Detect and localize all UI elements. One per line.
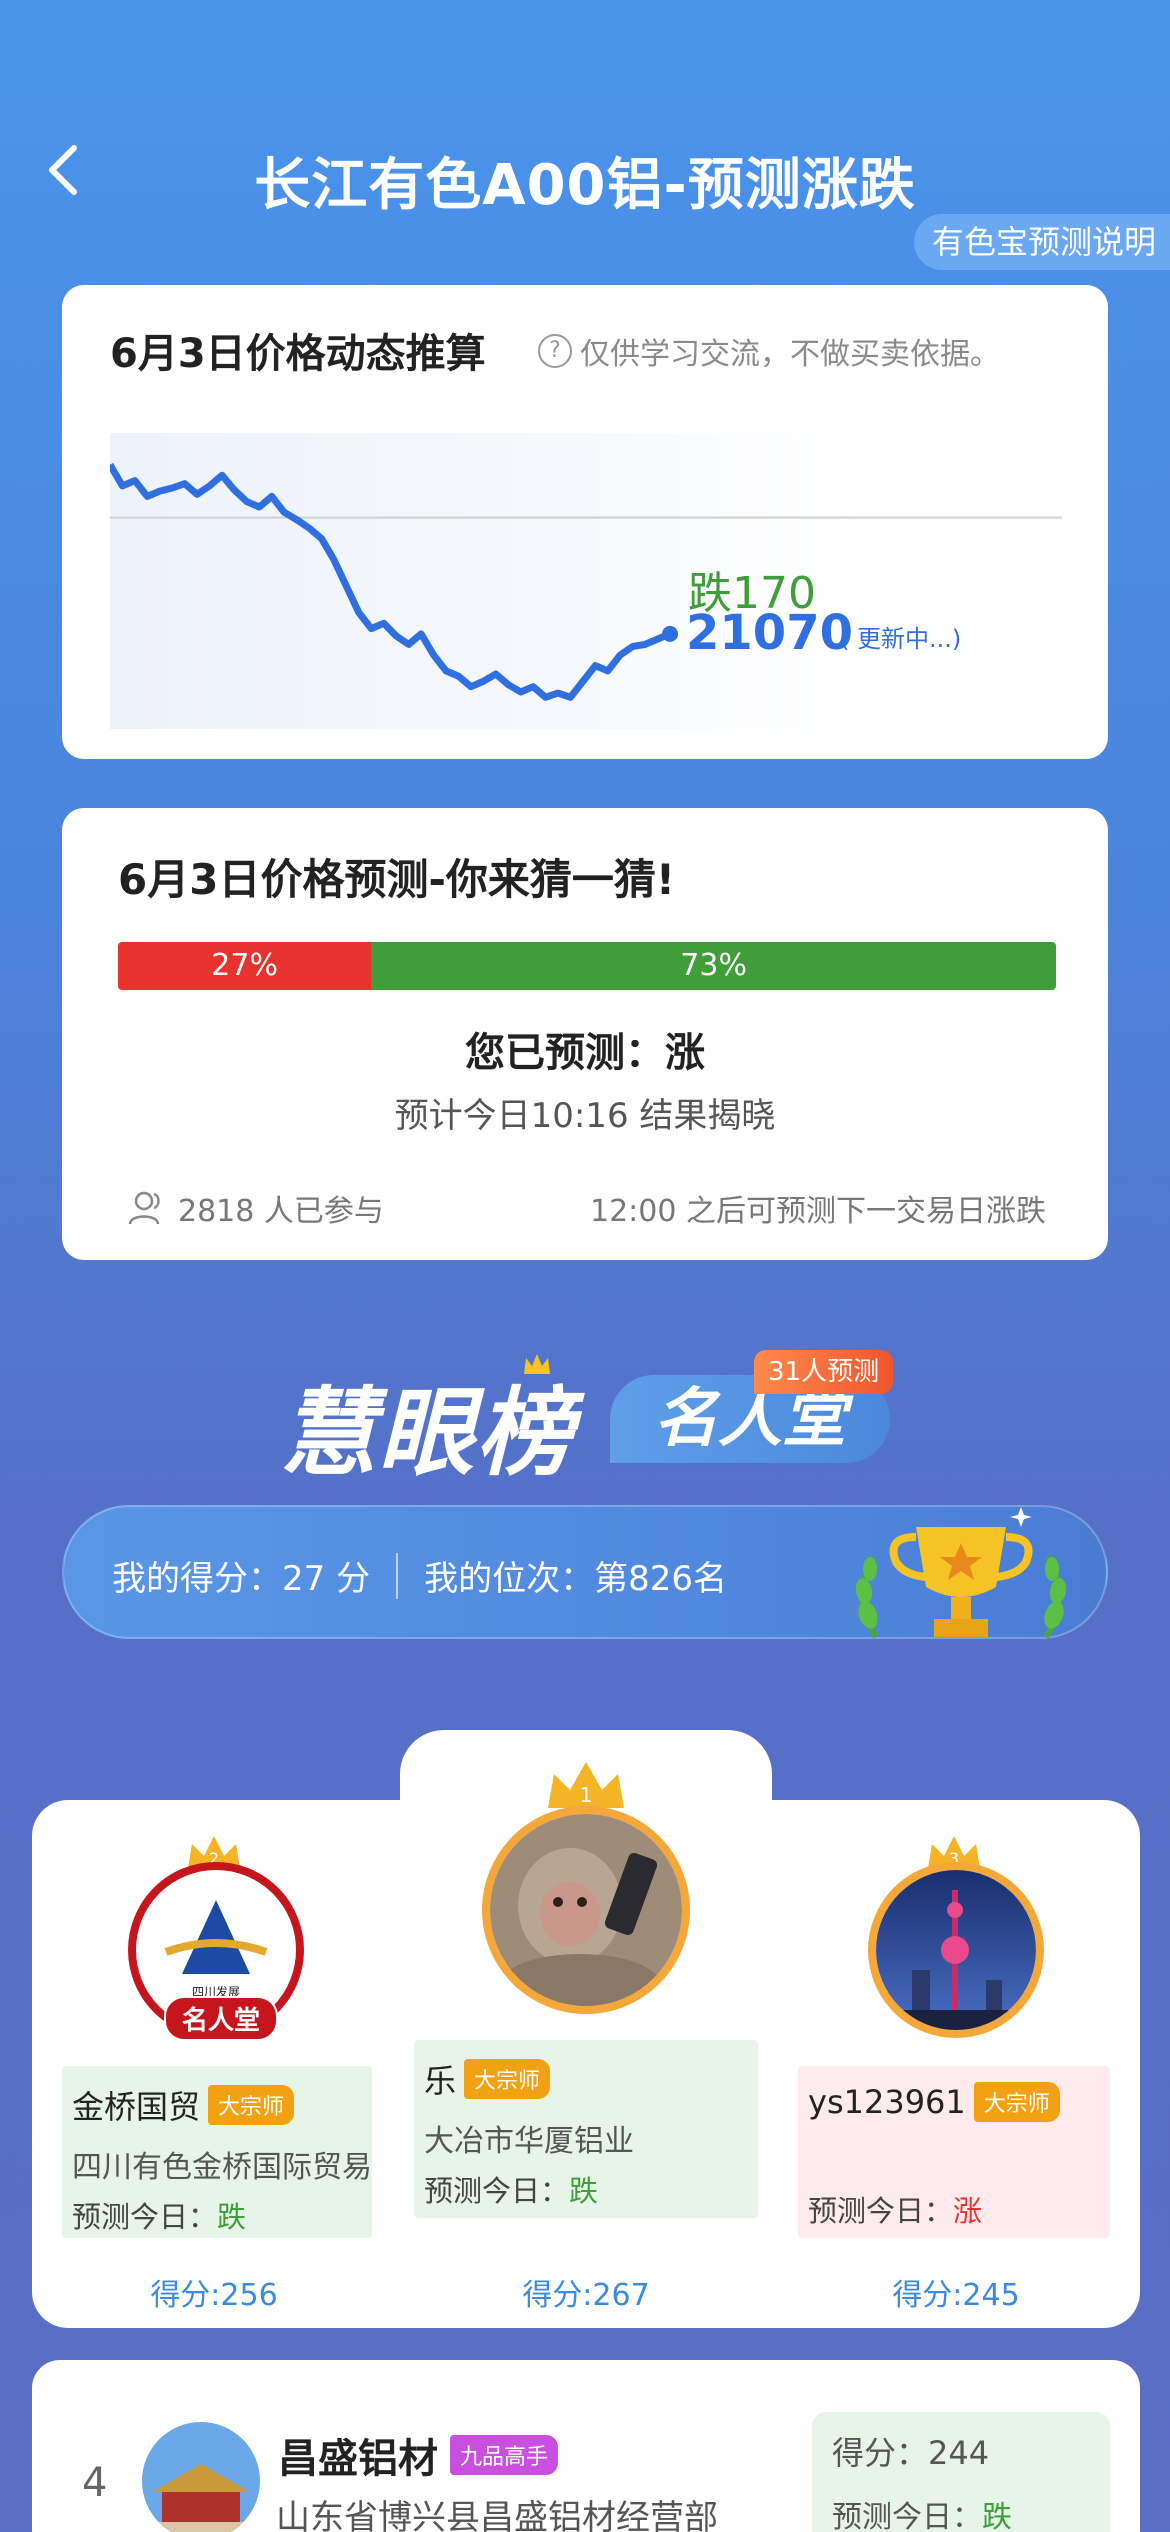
chart-svg xyxy=(110,462,1062,701)
crown-rank-1-icon: 1 xyxy=(548,1762,624,1808)
my-score-bar: 我的得分：27 分 我的位次：第826名 xyxy=(62,1505,1108,1639)
list-item[interactable]: 4 昌盛铝材 九品高手 山东省博兴县昌盛铝材经营部 得分：244 预测今日：跌 xyxy=(32,2360,1140,2532)
level-tag: 大宗师 xyxy=(973,2082,1060,2122)
podium-info-1: 乐 大宗师 大冶市华厦铝业 预测今日：跌 xyxy=(414,2040,758,2218)
level-tag: 大宗师 xyxy=(208,2085,295,2125)
my-score: 我的得分：27 分 xyxy=(112,1559,371,1599)
next-prediction-note: 12:00 之后可预测下一交易日涨跌 xyxy=(590,1194,1046,1229)
prediction: 预测今日：跌 xyxy=(424,2174,599,2208)
users-icon xyxy=(128,1191,160,1225)
level-tag: 九品高手 xyxy=(450,2435,559,2475)
avatar-photo xyxy=(876,1870,1036,2030)
avatar-photo xyxy=(490,1814,682,2006)
user-name: 乐 大宗师 xyxy=(424,2056,748,2102)
hall-badge: 31人预测 xyxy=(754,1350,894,1394)
score-box: 得分：244 预测今日：跌 xyxy=(812,2412,1110,2532)
prediction: 预测今日：跌 xyxy=(832,2500,1012,2532)
user-name: ys123961 大宗师 xyxy=(808,2082,1100,2122)
help-link[interactable]: 有色宝预测说明 xyxy=(913,214,1170,270)
up-ratio: 73% xyxy=(371,942,1056,990)
avatar xyxy=(868,1862,1044,2038)
company-name: 山东省博兴县昌盛铝材经营部 xyxy=(276,2498,718,2532)
podium-rank-1[interactable]: 1 乐 大宗师 大冶市华厦铝业 预测今日：跌 得分:267 xyxy=(400,1730,772,2328)
participants-count: 2818 人已参与 xyxy=(126,1186,384,1230)
latest-point xyxy=(662,625,678,642)
company-name xyxy=(808,2136,1100,2176)
question-icon[interactable]: ? xyxy=(538,334,572,368)
user-name: 金桥国贸 大宗师 xyxy=(72,2082,362,2128)
score: 得分：244 xyxy=(832,2434,990,2472)
rank-number: 1 xyxy=(580,1783,593,1807)
vote-ratio-bar: 27% 73% xyxy=(118,942,1056,990)
prediction-card: 6月3日价格预测-你来猜一猜! 27% 73% 您已预测：涨 预计今日10:16… xyxy=(62,808,1108,1260)
page-title: 长江有色A00铝-预测涨跌 xyxy=(254,153,916,218)
current-price: 21070 xyxy=(686,605,853,661)
prediction-title: 6月3日价格预测-你来猜一猜! xyxy=(118,855,676,904)
my-score-text: 我的得分：27 分 我的位次：第826名 xyxy=(112,1551,727,1600)
prediction: 预测今日：跌 xyxy=(72,2200,247,2234)
crown-icon xyxy=(524,1354,550,1374)
company-name: 四川有色金桥国际贸易 xyxy=(72,2150,372,2185)
fame-tag: 名人堂 xyxy=(164,1996,279,2041)
avatar-photo xyxy=(142,2422,260,2532)
company-name: 大冶市华厦铝业 xyxy=(424,2124,634,2159)
podium-info-3: ys123961 大宗师 预测今日：涨 xyxy=(798,2066,1110,2238)
podium-info-2: 金桥国贸 大宗师 四川有色金桥国际贸易 预测今日：跌 xyxy=(62,2066,372,2238)
price-chart: 跌170 21070 ( 更新中...) xyxy=(110,433,1062,729)
level-tag: 大宗师 xyxy=(464,2059,551,2099)
rank-number: 4 xyxy=(82,2460,108,2506)
my-prediction: 您已预测：涨 xyxy=(465,1030,705,1076)
down-ratio: 27% xyxy=(118,942,372,990)
trend-disclaimer: ? 仅供学习交流，不做买卖依据。 xyxy=(538,329,1000,373)
avatar xyxy=(142,2422,260,2532)
podium-rank-3[interactable]: 3 ys123961 大宗师 预测今日：涨 得分:245 xyxy=(772,1800,1140,2328)
price-series-line xyxy=(110,462,672,701)
score: 得分:256 xyxy=(150,2278,278,2313)
trophy-icon xyxy=(855,1507,1067,1639)
prediction: 预测今日：涨 xyxy=(808,2194,983,2228)
podium-rank-2[interactable]: 2 四川发展 名人堂 金桥国贸 大宗师 四川有色金桥国际贸易 预测今日：跌 得分… xyxy=(32,1800,402,2328)
divider xyxy=(396,1552,399,1599)
reveal-time: 预计今日10:16 结果揭晓 xyxy=(394,1096,776,1136)
price-trend-card: 6月3日价格动态推算 ? 仅供学习交流，不做买卖依据。 跌170 21070 (… xyxy=(62,285,1108,759)
score: 得分:267 xyxy=(522,2278,650,2313)
user-name: 昌盛铝材 九品高手 xyxy=(278,2426,559,2484)
trend-title: 6月3日价格动态推算 xyxy=(110,331,486,377)
avatar xyxy=(482,1806,690,2014)
updating-label: ( 更新中...) xyxy=(840,625,962,653)
score: 得分:245 xyxy=(892,2278,1020,2313)
my-rank: 我的位次：第826名 xyxy=(424,1559,727,1599)
